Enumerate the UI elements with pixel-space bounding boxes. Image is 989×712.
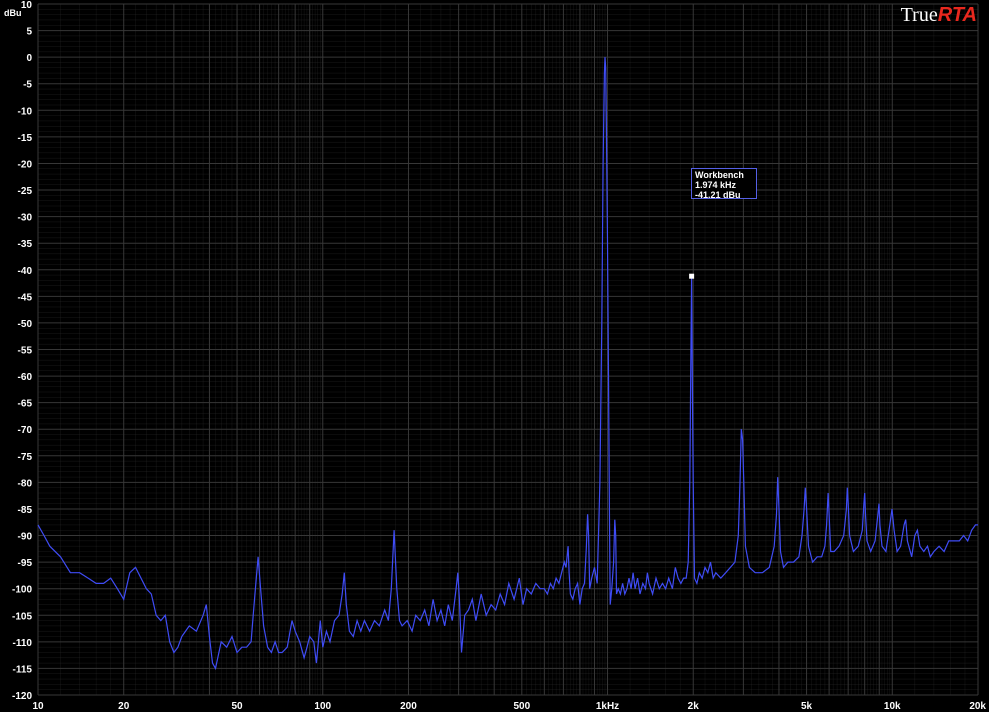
y-tick-label: -75 (18, 452, 33, 463)
brand-part-rta: RTA (937, 4, 977, 26)
cursor-marker[interactable] (689, 273, 695, 279)
brand-logo: TrueRTA (901, 4, 977, 27)
y-tick-label: -55 (18, 346, 33, 357)
y-tick-label: 10 (21, 0, 33, 11)
y-tick-label: -115 (13, 664, 33, 675)
x-tick-label: 1kHz (596, 701, 619, 712)
y-tick-label: -60 (18, 372, 33, 383)
y-tick-label: -50 (18, 319, 33, 330)
x-tick-label: 10k (884, 701, 901, 712)
y-tick-label: -95 (18, 558, 33, 569)
spectrum-chart: 1050-5-10-15-20-25-30-35-40-45-50-55-60-… (4, 0, 986, 712)
x-tick-label: 20 (118, 701, 130, 712)
y-tick-label: -80 (18, 478, 33, 489)
y-tick-label: -40 (18, 266, 33, 277)
brand-part-true: True (900, 4, 938, 26)
x-tick-label: 10 (32, 701, 44, 712)
x-tick-label: 2k (688, 701, 700, 712)
y-tick-label: -120 (12, 691, 32, 702)
y-axis-unit: dBu (4, 8, 22, 18)
x-tick-label: 50 (231, 701, 243, 712)
y-tick-label: -65 (18, 399, 33, 410)
y-tick-label: -15 (18, 133, 33, 144)
x-tick-label: 500 (513, 701, 530, 712)
y-tick-label: 5 (26, 27, 32, 38)
y-tick-label: -25 (18, 186, 33, 197)
x-tick-label: 100 (314, 701, 331, 712)
x-tick-label: 200 (400, 701, 417, 712)
y-tick-label: -10 (18, 106, 33, 117)
y-tick-label: -20 (18, 159, 33, 170)
y-tick-label: -90 (18, 532, 33, 543)
y-tick-label: -45 (18, 292, 33, 303)
y-tick-label: -5 (23, 80, 32, 91)
y-tick-label: -85 (18, 505, 33, 516)
y-tick-label: -35 (18, 239, 33, 250)
tooltip-name: Workbench (695, 170, 744, 180)
y-tick-label: 0 (26, 53, 32, 64)
tooltip-level: -41.21 dBu (695, 190, 741, 200)
cursor-tooltip: Workbench 1.974 kHz -41.21 dBu (691, 168, 757, 200)
y-tick-label: -110 (13, 638, 33, 649)
x-tick-label: 5k (801, 701, 813, 712)
y-tick-label: -70 (18, 425, 33, 436)
y-tick-label: -100 (12, 585, 32, 596)
y-tick-label: -30 (18, 213, 33, 224)
y-tick-label: -105 (12, 611, 32, 622)
tooltip-frequency: 1.974 kHz (695, 180, 737, 190)
x-tick-label: 20k (969, 701, 986, 712)
